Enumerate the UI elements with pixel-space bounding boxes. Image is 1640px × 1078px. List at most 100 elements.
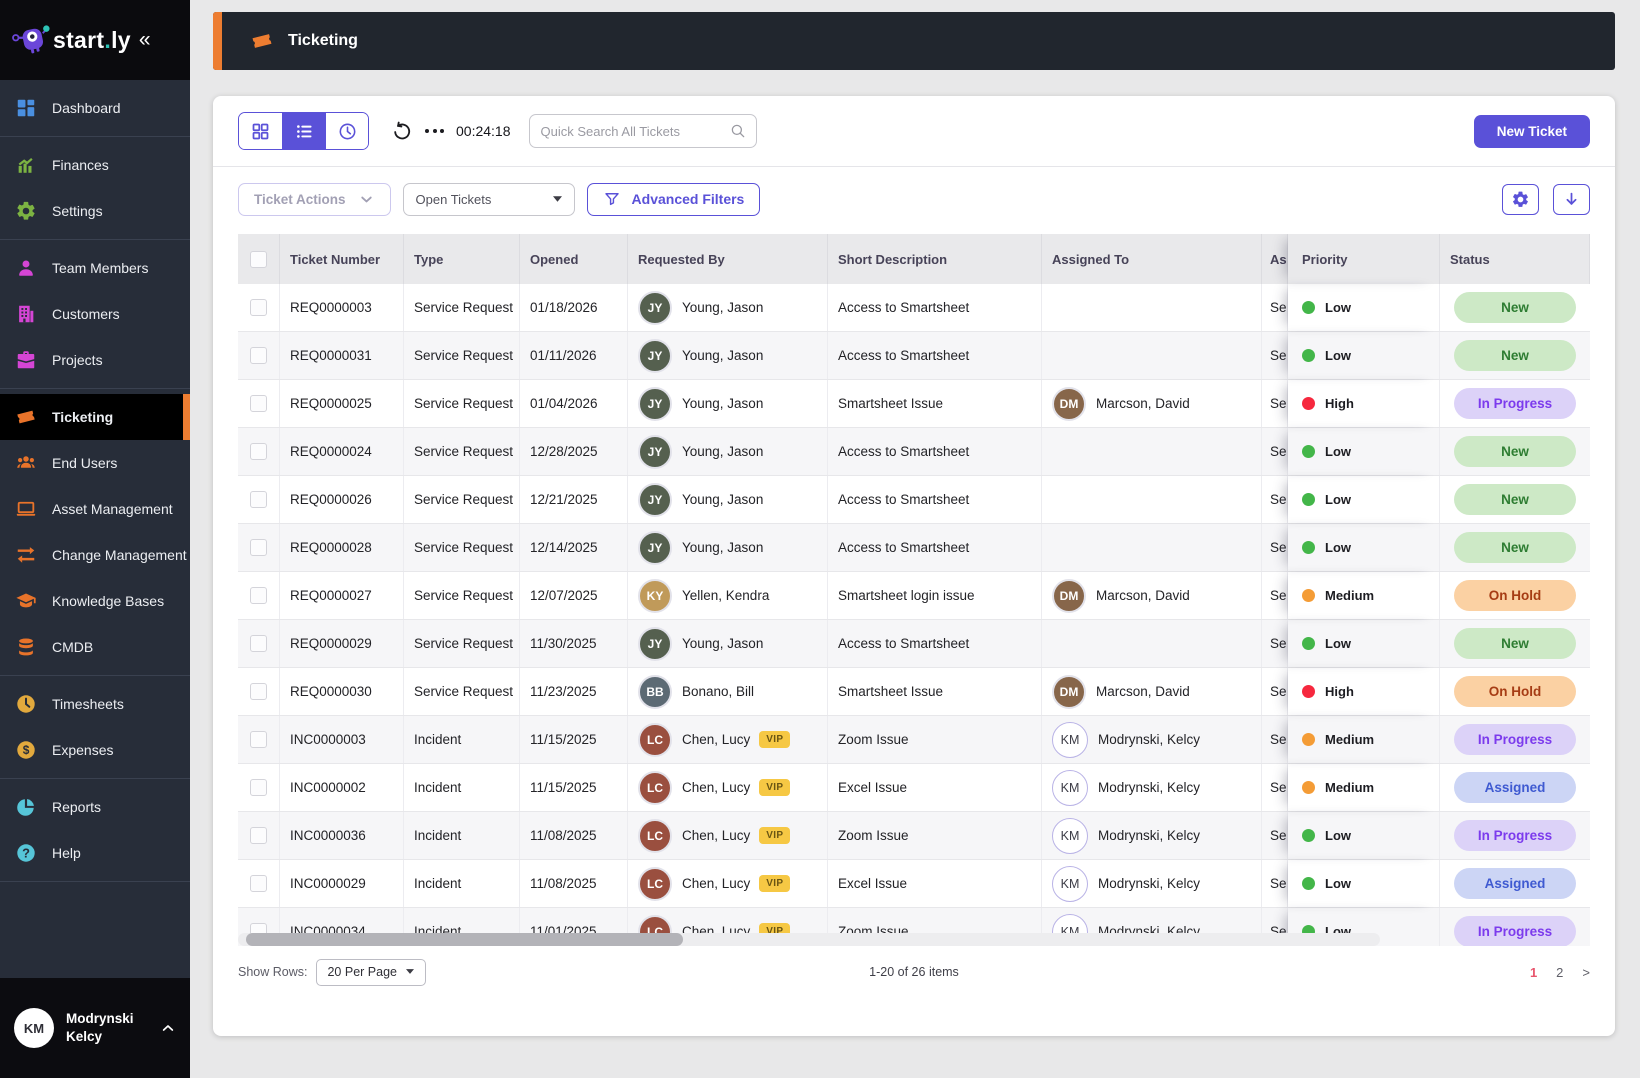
priority-label: Low (1325, 300, 1351, 315)
new-ticket-button[interactable]: New Ticket (1473, 114, 1590, 148)
ticket-actions-button[interactable]: Ticket Actions (238, 182, 391, 216)
table-row[interactable]: REQ0000025 Service Request 01/04/2026 JY You… (238, 380, 1590, 428)
ticket_number-value: INC0000029 (290, 876, 366, 891)
sidebar-item-asset-management[interactable]: Asset Management (0, 486, 190, 532)
sidebar-item-expenses[interactable]: $ Expenses (0, 727, 190, 773)
row-checkbox[interactable] (250, 683, 267, 700)
table-row[interactable]: INC0000036 Incident 11/08/2025 LC Chen, Lucy… (238, 812, 1590, 860)
sidebar-item-end-users[interactable]: End Users (0, 440, 190, 486)
sidebar-item-cmdb[interactable]: CMDB (0, 624, 190, 670)
column-header-status[interactable]: Status (1440, 234, 1590, 284)
page-number-1[interactable]: 1 (1530, 965, 1537, 980)
row-checkbox[interactable] (250, 539, 267, 556)
row-checkbox[interactable] (250, 299, 267, 316)
horizontal-scrollbar-thumb[interactable] (246, 933, 683, 946)
assignment-group-value: Service Desk (1270, 492, 1287, 507)
timeline-view-button[interactable] (325, 113, 368, 149)
table-row[interactable]: REQ0000026 Service Request 12/21/2025 JY You… (238, 476, 1590, 524)
row-checkbox[interactable] (250, 875, 267, 892)
row-checkbox[interactable] (250, 395, 267, 412)
search-icon[interactable] (729, 122, 747, 140)
sidebar-item-change-management[interactable]: Change Management (0, 532, 190, 578)
sidebar-item-projects[interactable]: Projects (0, 337, 190, 383)
table-row[interactable]: REQ0000031 Service Request 01/11/2026 JY You… (238, 332, 1590, 380)
sidebar-item-knowledge-bases[interactable]: Knowledge Bases (0, 578, 190, 624)
sidebar-item-customers[interactable]: Customers (0, 291, 190, 337)
sidebar-item-help[interactable]: ? Help (0, 830, 190, 876)
refresh-icon[interactable] (391, 121, 412, 142)
nav-section: Timesheets $ Expenses (0, 676, 190, 779)
sidebar-item-reports[interactable]: Reports (0, 784, 190, 830)
row-checkbox[interactable] (250, 347, 267, 364)
sidebar-item-settings[interactable]: Settings (0, 188, 190, 234)
column-header-type[interactable]: Type (404, 234, 520, 284)
table-settings-button[interactable] (1502, 183, 1539, 215)
table-row[interactable]: REQ0000030 Service Request 11/23/2025 BB Bon… (238, 668, 1590, 716)
priority-dot (1302, 445, 1315, 458)
cell-short-description: Access to Smartsheet (828, 428, 1042, 475)
advanced-filters-button[interactable]: Advanced Filters (586, 182, 761, 216)
select-all-checkbox[interactable] (250, 250, 267, 268)
table-row[interactable]: REQ0000029 Service Request 11/30/2025 JY You… (238, 620, 1590, 668)
column-header-assigned_to[interactable]: Assigned To (1042, 234, 1262, 284)
table-row[interactable]: INC0000029 Incident 11/08/2025 LC Chen, Lucy… (238, 860, 1590, 908)
column-header-ticket_number[interactable]: Ticket Number (280, 234, 404, 284)
row-checkbox[interactable] (250, 779, 267, 796)
status-badge: On Hold (1454, 676, 1576, 707)
grid-view-button[interactable] (239, 113, 282, 149)
avatar: KY (638, 578, 672, 613)
page-number-2[interactable]: 2 (1556, 965, 1563, 980)
table-row[interactable]: INC0000003 Incident 11/15/2025 LC Chen, Lucy… (238, 716, 1590, 764)
cell-select (238, 572, 280, 619)
short-description-value: Excel Issue (838, 780, 908, 795)
sidebar-item-finances[interactable]: Finances (0, 142, 190, 188)
sidebar-item-dashboard[interactable]: Dashboard (0, 85, 190, 131)
table-row[interactable]: REQ0000003 Service Request 01/18/2026 JY You… (238, 284, 1590, 332)
priority-dot (1302, 781, 1315, 794)
export-button[interactable] (1553, 183, 1590, 215)
table-row[interactable]: REQ0000024 Service Request 12/28/2025 JY You… (238, 428, 1590, 476)
column-header-select[interactable] (238, 234, 280, 284)
quick-search (528, 114, 757, 148)
ticket_number-value: REQ0000029 (290, 636, 372, 651)
priority-label: High (1325, 396, 1354, 411)
cell-ticket_number: INC0000003 (280, 716, 404, 763)
row-checkbox[interactable] (250, 827, 267, 844)
sidebar-item-team-members[interactable]: Team Members (0, 245, 190, 291)
cell-assignment-group: Service Desk (1262, 476, 1288, 523)
app-logo: start.ly « (0, 0, 190, 80)
row-checkbox[interactable] (250, 443, 267, 460)
table-row[interactable]: REQ0000027 Service Request 12/07/2025 KY Yel… (238, 572, 1590, 620)
column-header-label: Assignment Group (1270, 251, 1287, 267)
row-checkbox[interactable] (250, 635, 267, 652)
cell-type: Service Request (404, 620, 520, 667)
column-header-short_description[interactable]: Short Description (828, 234, 1042, 284)
chevron-up-icon[interactable] (160, 1020, 176, 1036)
next-page-button[interactable]: > (1582, 965, 1590, 980)
list-view-button[interactable] (282, 113, 325, 149)
table-row[interactable]: REQ0000028 Service Request 12/14/2025 JY You… (238, 524, 1590, 572)
short-description-value: Access to Smartsheet (838, 492, 970, 507)
open-tickets-select[interactable]: Open Tickets (402, 182, 575, 216)
column-header-priority[interactable]: Priority (1288, 234, 1440, 284)
column-header-requested_by[interactable]: Requested By (628, 234, 828, 284)
more-options-icon[interactable] (425, 129, 444, 133)
assignment-group-value: Service Desk (1270, 684, 1287, 699)
column-header-opened[interactable]: Opened (520, 234, 628, 284)
requester-name: Young, Jason (682, 396, 764, 411)
cell-opened: 01/11/2026 (520, 332, 628, 379)
row-checkbox[interactable] (250, 731, 267, 748)
sidebar-collapse-icon[interactable]: « (139, 28, 151, 52)
sidebar-item-timesheets[interactable]: Timesheets (0, 681, 190, 727)
table-row[interactable]: INC0000002 Incident 11/15/2025 LC Chen, Lucy… (238, 764, 1590, 812)
horizontal-scrollbar[interactable] (238, 933, 1380, 946)
cell-short-description: Access to Smartsheet (828, 476, 1042, 523)
user-menu[interactable]: KM Modrynski Kelcy (0, 978, 190, 1078)
sidebar-item-ticketing[interactable]: Ticketing (0, 394, 190, 440)
status-badge: Assigned (1454, 868, 1576, 899)
row-checkbox[interactable] (250, 587, 267, 604)
cell-requested-by: JY Young, Jason (628, 476, 828, 523)
column-header-assignment_group[interactable]: Assignment Group (1262, 234, 1288, 284)
row-checkbox[interactable] (250, 491, 267, 508)
search-input[interactable] (540, 123, 729, 139)
